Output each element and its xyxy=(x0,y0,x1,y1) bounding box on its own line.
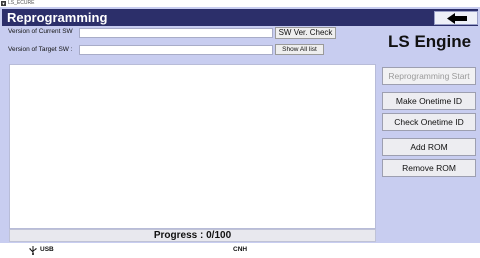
check-onetime-id-button[interactable]: Check Onetime ID xyxy=(382,113,476,131)
current-sw-label: Version of Current SW xyxy=(8,28,73,35)
remove-rom-button[interactable]: Remove ROM xyxy=(382,159,476,177)
reprogramming-start-button[interactable]: Reprogramming Start xyxy=(382,67,476,85)
main-window: Reprogramming Version of Current SW SW V… xyxy=(0,7,480,258)
add-rom-button[interactable]: Add ROM xyxy=(382,138,476,156)
arrow-left-icon xyxy=(447,13,467,24)
log-area[interactable] xyxy=(9,64,376,229)
os-titlebar-text: LS_ECURE xyxy=(8,0,35,6)
status-bar: USB CNH xyxy=(0,243,480,258)
os-titlebar: ▼ LS_ECURE xyxy=(0,0,480,7)
header-bar: Reprogramming xyxy=(2,9,478,26)
show-all-list-button[interactable]: Show All list xyxy=(275,44,324,55)
usb-status-label: USB xyxy=(40,246,54,253)
back-button[interactable] xyxy=(434,11,478,25)
engine-label: LS Engine xyxy=(388,32,472,51)
progress-bar: Progress : 0/100 xyxy=(9,229,376,242)
app-icon: ▼ xyxy=(1,1,6,6)
page-title: Reprogramming xyxy=(7,10,108,25)
sw-ver-check-button[interactable]: SW Ver. Check xyxy=(275,27,336,39)
target-sw-label: Version of Target SW : xyxy=(8,46,73,53)
make-onetime-id-button[interactable]: Make Onetime ID xyxy=(382,92,476,110)
usb-icon xyxy=(29,246,37,255)
progress-text: Progress : 0/100 xyxy=(153,230,232,241)
brand-label: CNH xyxy=(233,246,248,253)
target-sw-field[interactable] xyxy=(79,45,273,55)
current-sw-field[interactable] xyxy=(79,28,273,38)
